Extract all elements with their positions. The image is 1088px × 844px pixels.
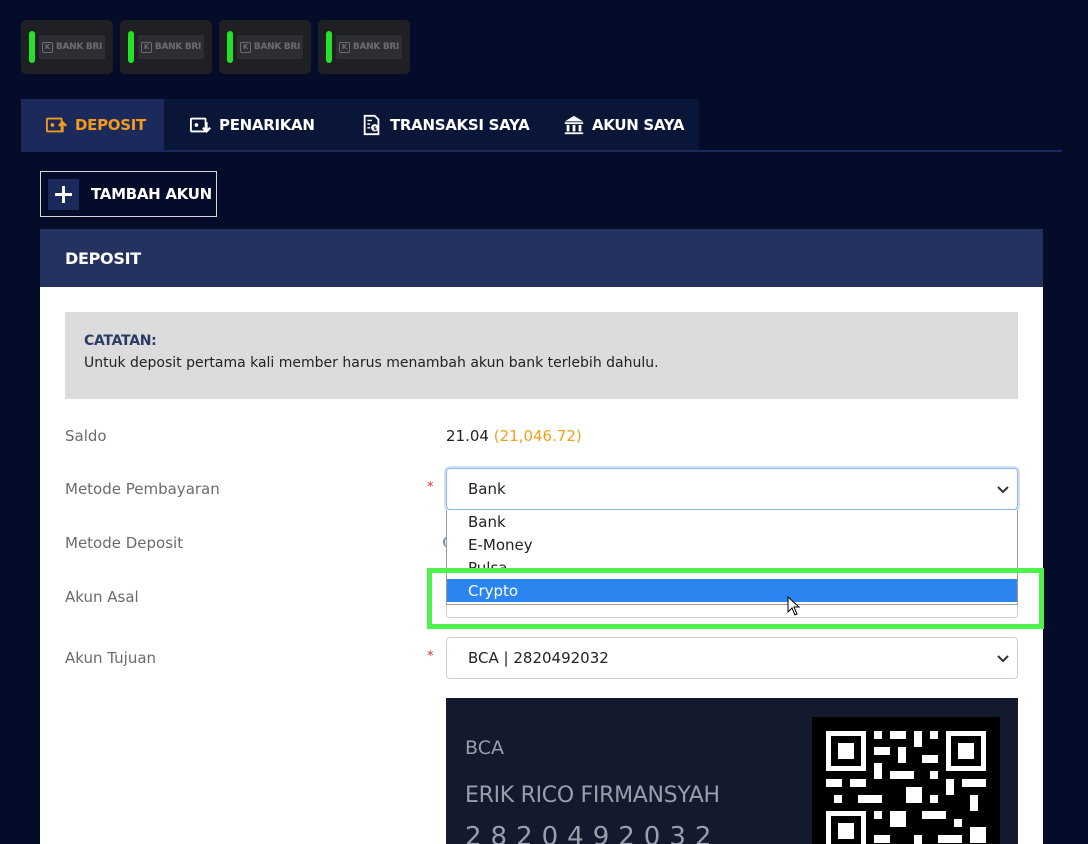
card-holder-name: ERIK RICO FIRMANSYAH — [465, 783, 720, 808]
transaction-icon: $ — [363, 114, 380, 136]
online-indicator — [29, 31, 35, 63]
dropdown-option-bank[interactable]: Bank — [447, 510, 1017, 533]
payment-method-value: Bank — [468, 480, 506, 498]
deposit-icon — [46, 117, 67, 133]
note-text: Untuk deposit pertama kali member harus … — [84, 355, 659, 371]
saldo-amount: 21.04 — [446, 427, 489, 445]
card-bank-name: BCA — [465, 737, 504, 759]
bank-building-icon — [564, 115, 584, 135]
bank-status-chip: K BANK BRI — [21, 20, 113, 74]
deposit-method-label: Metode Deposit — [65, 534, 184, 552]
payment-method-label: Metode Pembayaran — [65, 480, 220, 498]
payment-method-select[interactable]: Bank — [446, 468, 1018, 510]
dest-account-value: BCA | 2820492032 — [468, 649, 609, 667]
mouse-cursor-icon — [787, 596, 801, 616]
chevron-down-icon — [997, 655, 1009, 663]
saldo-label: Saldo — [65, 427, 107, 445]
qr-code-icon — [812, 717, 1000, 844]
note-box: CATATAN: Untuk deposit pertama kali memb… — [65, 312, 1018, 399]
bank-status-chip: K BANK BRI — [318, 20, 410, 74]
panel-title-text: DEPOSIT — [65, 248, 141, 268]
bank-logo: K BANK BRI — [39, 35, 105, 59]
tab-transaksi-saya[interactable]: $ TRANSAKSI SAYA — [334, 99, 535, 151]
dest-account-select[interactable]: BCA | 2820492032 — [446, 637, 1018, 679]
online-indicator — [227, 31, 233, 63]
deposit-form-panel: CATATAN: Untuk deposit pertama kali memb… — [40, 287, 1043, 844]
tab-akun-saya[interactable]: AKUN SAYA — [535, 99, 699, 151]
add-account-label: TAMBAH AKUN — [91, 185, 212, 203]
note-title: CATATAN: — [84, 333, 157, 349]
plus-icon — [48, 178, 79, 210]
svg-text:$: $ — [373, 126, 377, 132]
dest-account-card: BCA ERIK RICO FIRMANSYAH 2820492032 — [446, 698, 1018, 844]
tab-penarikan[interactable]: PENARIKAN — [164, 99, 334, 151]
source-account-label: Akun Asal — [65, 588, 139, 606]
required-mark: * — [427, 649, 434, 664]
bank-status-chip: K BANK BRI — [219, 20, 311, 74]
saldo-idr-amount: (21,046.72) — [493, 427, 582, 445]
add-account-button[interactable]: TAMBAH AKUN — [40, 171, 217, 217]
bank-logo: K BANK BRI — [237, 35, 303, 59]
online-indicator — [128, 31, 134, 63]
main-tabs: DEPOSIT PENARIKAN $ TRANSAKSI SAYA AKUN … — [21, 99, 699, 151]
card-account-number: 2820492032 — [465, 822, 721, 844]
required-mark: * — [427, 480, 434, 495]
tabs-divider — [21, 150, 1062, 152]
tab-label: TRANSAKSI SAYA — [390, 116, 530, 134]
tab-label: PENARIKAN — [219, 116, 315, 134]
dropdown-option-emoney[interactable]: E-Money — [447, 533, 1017, 556]
bank-status-chip: K BANK BRI — [120, 20, 212, 74]
withdraw-icon — [190, 117, 211, 134]
bank-logo: K BANK BRI — [138, 35, 204, 59]
tab-deposit[interactable]: DEPOSIT — [21, 99, 164, 151]
highlight-box — [427, 568, 1044, 629]
bank-logo: K BANK BRI — [336, 35, 402, 59]
bank-status-row: K BANK BRI K BANK BRI K BANK BRI K BANK BRI — [21, 20, 410, 74]
chevron-down-icon — [997, 486, 1009, 494]
dest-account-label: Akun Tujuan — [65, 649, 157, 667]
tab-label: DEPOSIT — [75, 116, 146, 134]
tab-label: AKUN SAYA — [592, 116, 685, 134]
online-indicator — [326, 31, 332, 63]
saldo-value: 21.04 (21,046.72) — [446, 427, 582, 445]
panel-title: DEPOSIT — [40, 229, 1043, 287]
